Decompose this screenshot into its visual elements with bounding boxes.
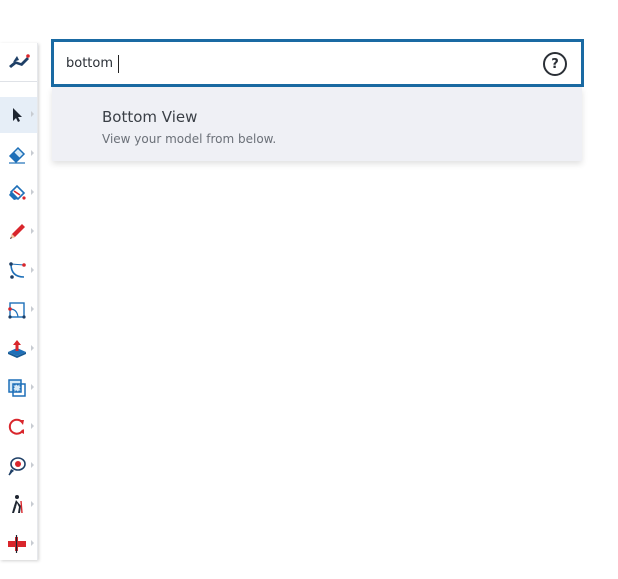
expand-caret-icon xyxy=(31,501,34,507)
expand-caret-icon xyxy=(31,345,34,351)
expand-caret-icon xyxy=(31,462,34,468)
section-plane-icon xyxy=(7,535,26,553)
push-pull-tool[interactable] xyxy=(0,331,37,367)
expand-caret-icon xyxy=(31,423,34,429)
expand-caret-icon xyxy=(31,384,34,390)
text-cursor xyxy=(118,55,119,73)
position-camera-icon xyxy=(7,457,26,476)
help-icon: ? xyxy=(551,56,559,72)
position-camera-tool[interactable] xyxy=(0,448,37,484)
pencil-icon xyxy=(9,224,25,239)
arc-icon xyxy=(8,262,26,279)
walk-tool[interactable] xyxy=(0,487,37,523)
help-button[interactable]: ? xyxy=(543,52,567,76)
result-title: Bottom View xyxy=(102,108,198,126)
arc-tool[interactable] xyxy=(0,253,37,289)
push-pull-icon xyxy=(7,340,26,358)
search-result-item[interactable]: Bottom View View your model from below. xyxy=(52,87,582,161)
rectangle-icon xyxy=(7,302,26,319)
offset-tool[interactable] xyxy=(0,370,37,406)
expand-caret-icon xyxy=(31,189,34,195)
rotate-tool[interactable] xyxy=(0,409,37,445)
expand-caret-icon xyxy=(31,306,34,312)
rectangle-tool[interactable] xyxy=(0,292,37,328)
expand-caret-icon xyxy=(31,540,34,546)
paint-bucket-tool[interactable] xyxy=(0,175,37,211)
search-box: ? xyxy=(51,39,584,87)
eraser-icon xyxy=(8,146,25,164)
expand-caret-icon xyxy=(31,111,34,117)
rotate-icon xyxy=(8,418,24,435)
sketchup-logo-button[interactable] xyxy=(0,43,37,82)
expand-caret-icon xyxy=(31,267,34,273)
select-tool[interactable] xyxy=(0,97,37,133)
section-plane-tool[interactable] xyxy=(0,526,37,562)
arrow-cursor-icon xyxy=(12,108,22,122)
search-panel: ? Bottom View View your model from below… xyxy=(51,39,584,161)
expand-caret-icon xyxy=(31,228,34,234)
expand-caret-icon xyxy=(31,150,34,156)
pencil-tool[interactable] xyxy=(0,214,37,250)
eraser-tool[interactable] xyxy=(0,136,37,172)
sketchup-logo-icon xyxy=(8,54,30,68)
paint-bucket-icon xyxy=(8,184,26,201)
search-input[interactable] xyxy=(66,52,506,74)
tool-palette xyxy=(0,43,38,560)
offset-icon xyxy=(7,379,26,397)
walk-icon xyxy=(11,495,23,514)
result-description: View your model from below. xyxy=(102,132,277,146)
